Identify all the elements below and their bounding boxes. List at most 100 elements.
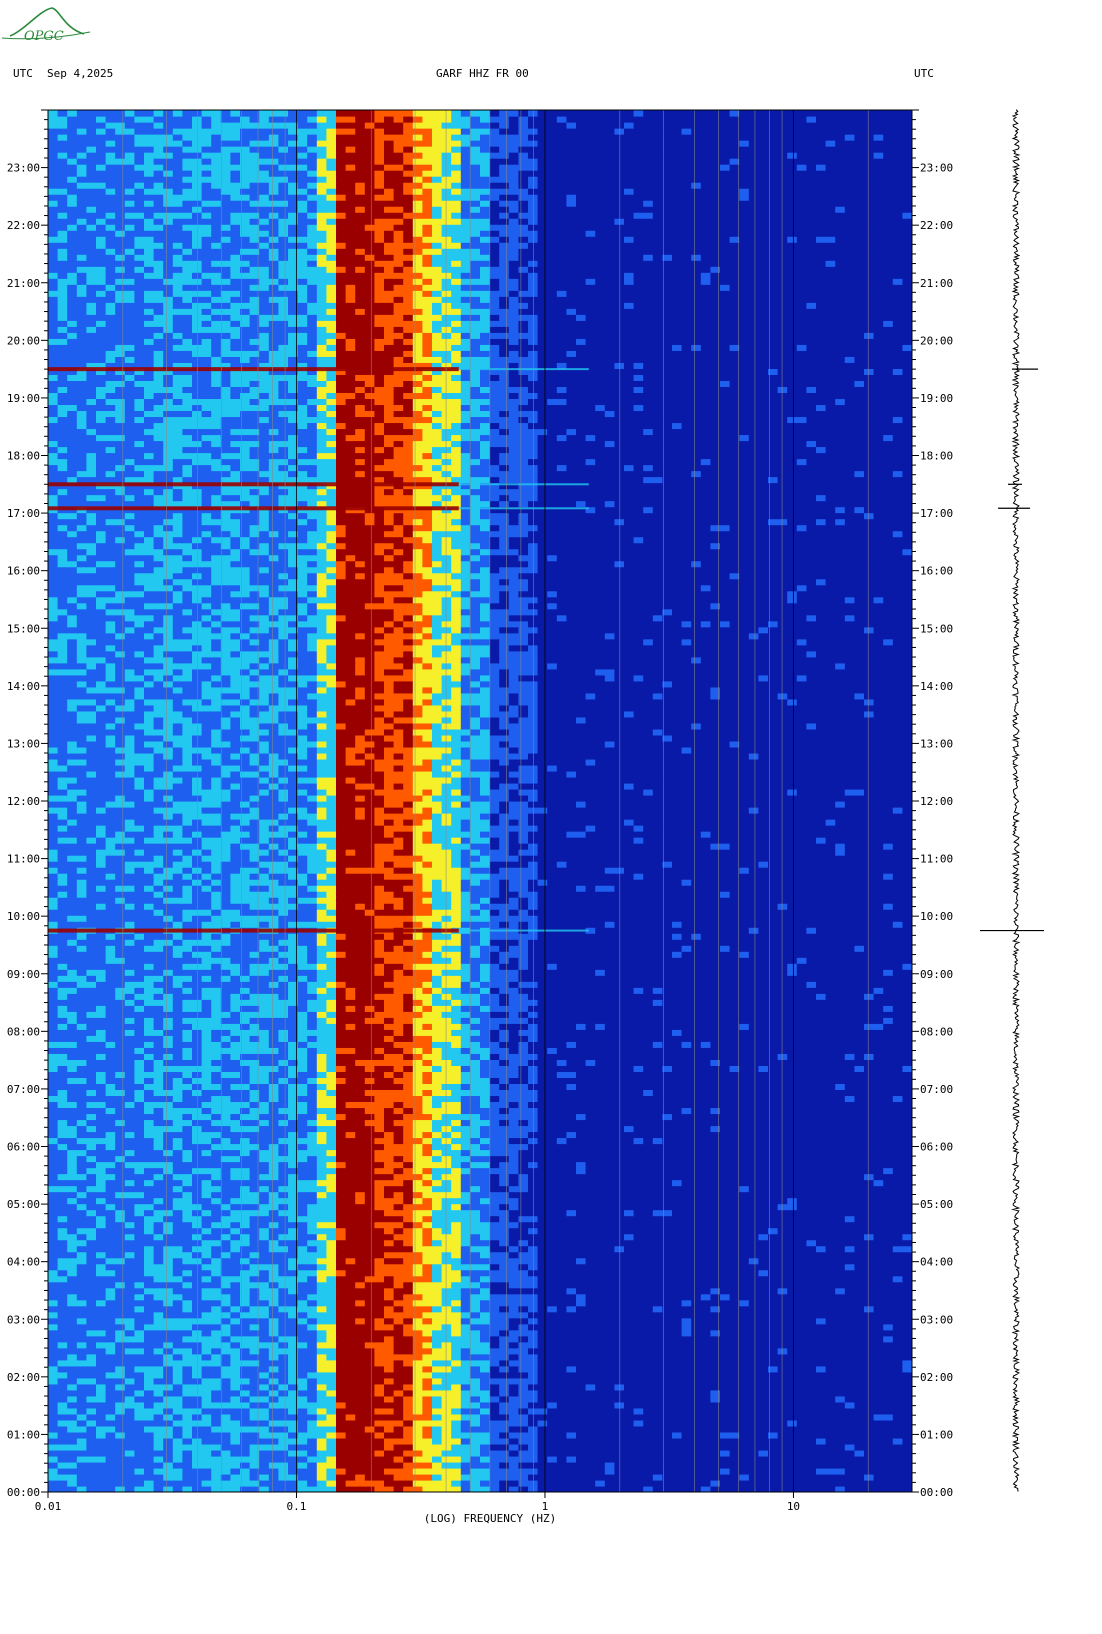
heatmap-cell bbox=[307, 1173, 318, 1181]
heatmap-cell bbox=[691, 1179, 702, 1187]
heatmap-cell bbox=[528, 1323, 539, 1331]
heatmap-cell bbox=[528, 1275, 539, 1283]
heatmap-cell bbox=[662, 1317, 673, 1325]
heatmap-cell bbox=[662, 1299, 673, 1307]
heatmap-cell bbox=[662, 1401, 673, 1409]
heatmap-cell bbox=[364, 1443, 375, 1451]
heatmap-cell bbox=[432, 1251, 443, 1259]
heatmap-cell bbox=[163, 1365, 174, 1373]
heatmap-cell bbox=[201, 1353, 212, 1361]
heatmap-cell bbox=[844, 1341, 855, 1349]
heatmap-cell bbox=[144, 1257, 155, 1265]
heatmap-cell bbox=[720, 1203, 731, 1211]
heatmap-cell bbox=[278, 1245, 289, 1253]
heatmap-cell bbox=[316, 1179, 327, 1187]
heatmap-cell bbox=[700, 1305, 711, 1313]
heatmap-cell bbox=[825, 1389, 836, 1397]
heatmap-cell bbox=[355, 1419, 366, 1427]
heatmap-cell bbox=[547, 1479, 558, 1487]
heatmap-cell bbox=[57, 1335, 68, 1343]
heatmap-cell bbox=[432, 1353, 443, 1361]
heatmap-cell bbox=[144, 1281, 155, 1289]
heatmap-cell bbox=[643, 1389, 654, 1397]
heatmap-cell bbox=[307, 1443, 318, 1451]
heatmap-cell bbox=[681, 1431, 692, 1439]
heatmap-cell bbox=[211, 1347, 222, 1355]
heatmap-cell bbox=[201, 1419, 212, 1427]
heatmap-cell bbox=[835, 1185, 846, 1193]
heatmap-cell bbox=[57, 1179, 68, 1187]
heatmap-cell bbox=[163, 1311, 174, 1319]
heatmap-cell bbox=[710, 1311, 721, 1319]
heatmap-cell bbox=[787, 1311, 798, 1319]
heatmap-cell bbox=[96, 1401, 107, 1409]
heatmap-cell bbox=[48, 1167, 59, 1175]
heatmap-cell bbox=[643, 1353, 654, 1361]
heatmap-cell bbox=[297, 1407, 308, 1415]
heatmap-cell bbox=[864, 1161, 875, 1169]
heatmap-cell bbox=[652, 1329, 663, 1337]
heatmap-cell bbox=[86, 1161, 97, 1169]
heatmap-cell bbox=[624, 1329, 635, 1337]
heatmap-cell bbox=[307, 1155, 318, 1163]
heatmap-cell bbox=[480, 1173, 491, 1181]
heatmap-cell bbox=[892, 1215, 903, 1223]
heatmap-cell bbox=[412, 1413, 423, 1421]
heatmap-cell bbox=[393, 1263, 404, 1271]
heatmap-cell bbox=[835, 1359, 846, 1367]
heatmap-cell bbox=[403, 1257, 414, 1265]
heatmap-cell bbox=[662, 1461, 673, 1469]
heatmap-cell bbox=[86, 1311, 97, 1319]
heatmap-cell bbox=[710, 1461, 721, 1469]
heatmap-cell bbox=[172, 1467, 183, 1475]
heatmap-cell bbox=[883, 1227, 894, 1235]
heatmap-cell bbox=[643, 1293, 654, 1301]
heatmap-cell bbox=[700, 1173, 711, 1181]
heatmap-cell bbox=[307, 1365, 318, 1373]
heatmap-cell bbox=[86, 1371, 97, 1379]
heatmap-cell bbox=[268, 1407, 279, 1415]
heatmap-cell bbox=[460, 1293, 471, 1301]
heatmap-cell bbox=[441, 1335, 452, 1343]
heatmap-cell bbox=[700, 1419, 711, 1427]
heatmap-cell bbox=[403, 1425, 414, 1433]
heatmap-cell bbox=[499, 1269, 510, 1277]
heatmap-cell bbox=[489, 1443, 500, 1451]
heatmap-cell bbox=[192, 1461, 203, 1469]
heatmap-cell bbox=[585, 1425, 596, 1433]
heatmap-cell bbox=[364, 1341, 375, 1349]
heatmap-cell bbox=[537, 1401, 548, 1409]
heatmap-cell bbox=[518, 1443, 529, 1451]
heatmap-cell bbox=[547, 1419, 558, 1427]
heatmap-cell bbox=[720, 1185, 731, 1193]
heatmap-cell bbox=[86, 1215, 97, 1223]
heatmap-cell bbox=[182, 1251, 193, 1259]
heatmap-cell bbox=[67, 1479, 78, 1487]
heatmap-cell bbox=[211, 1197, 222, 1205]
heatmap-cell bbox=[700, 1413, 711, 1421]
heatmap-cell bbox=[441, 1191, 452, 1199]
heatmap-cell bbox=[201, 1377, 212, 1385]
heatmap-cell bbox=[57, 1155, 68, 1163]
heatmap-cell bbox=[153, 1401, 164, 1409]
heatmap-cell bbox=[537, 1167, 548, 1175]
heatmap-cell bbox=[220, 1425, 231, 1433]
heatmap-cell bbox=[460, 1455, 471, 1463]
heatmap-cell bbox=[739, 1389, 750, 1397]
heatmap-cell bbox=[576, 1371, 587, 1379]
heatmap-cell bbox=[451, 1185, 462, 1193]
heatmap-cell bbox=[384, 1389, 395, 1397]
heatmap-cell bbox=[470, 1161, 481, 1169]
heatmap-cell bbox=[326, 1167, 337, 1175]
heatmap-cell bbox=[259, 1359, 270, 1367]
heatmap-cell bbox=[758, 1443, 769, 1451]
heatmap-cell bbox=[556, 1191, 567, 1199]
heatmap-cell bbox=[124, 1263, 135, 1271]
heatmap-cell bbox=[345, 1479, 356, 1487]
heatmap-cell bbox=[787, 1401, 798, 1409]
heatmap-cell bbox=[211, 1185, 222, 1193]
heatmap-cell bbox=[825, 1359, 836, 1367]
heatmap-cell bbox=[624, 1233, 635, 1241]
heatmap-cell bbox=[844, 1239, 855, 1247]
heatmap-cell bbox=[777, 1437, 788, 1445]
